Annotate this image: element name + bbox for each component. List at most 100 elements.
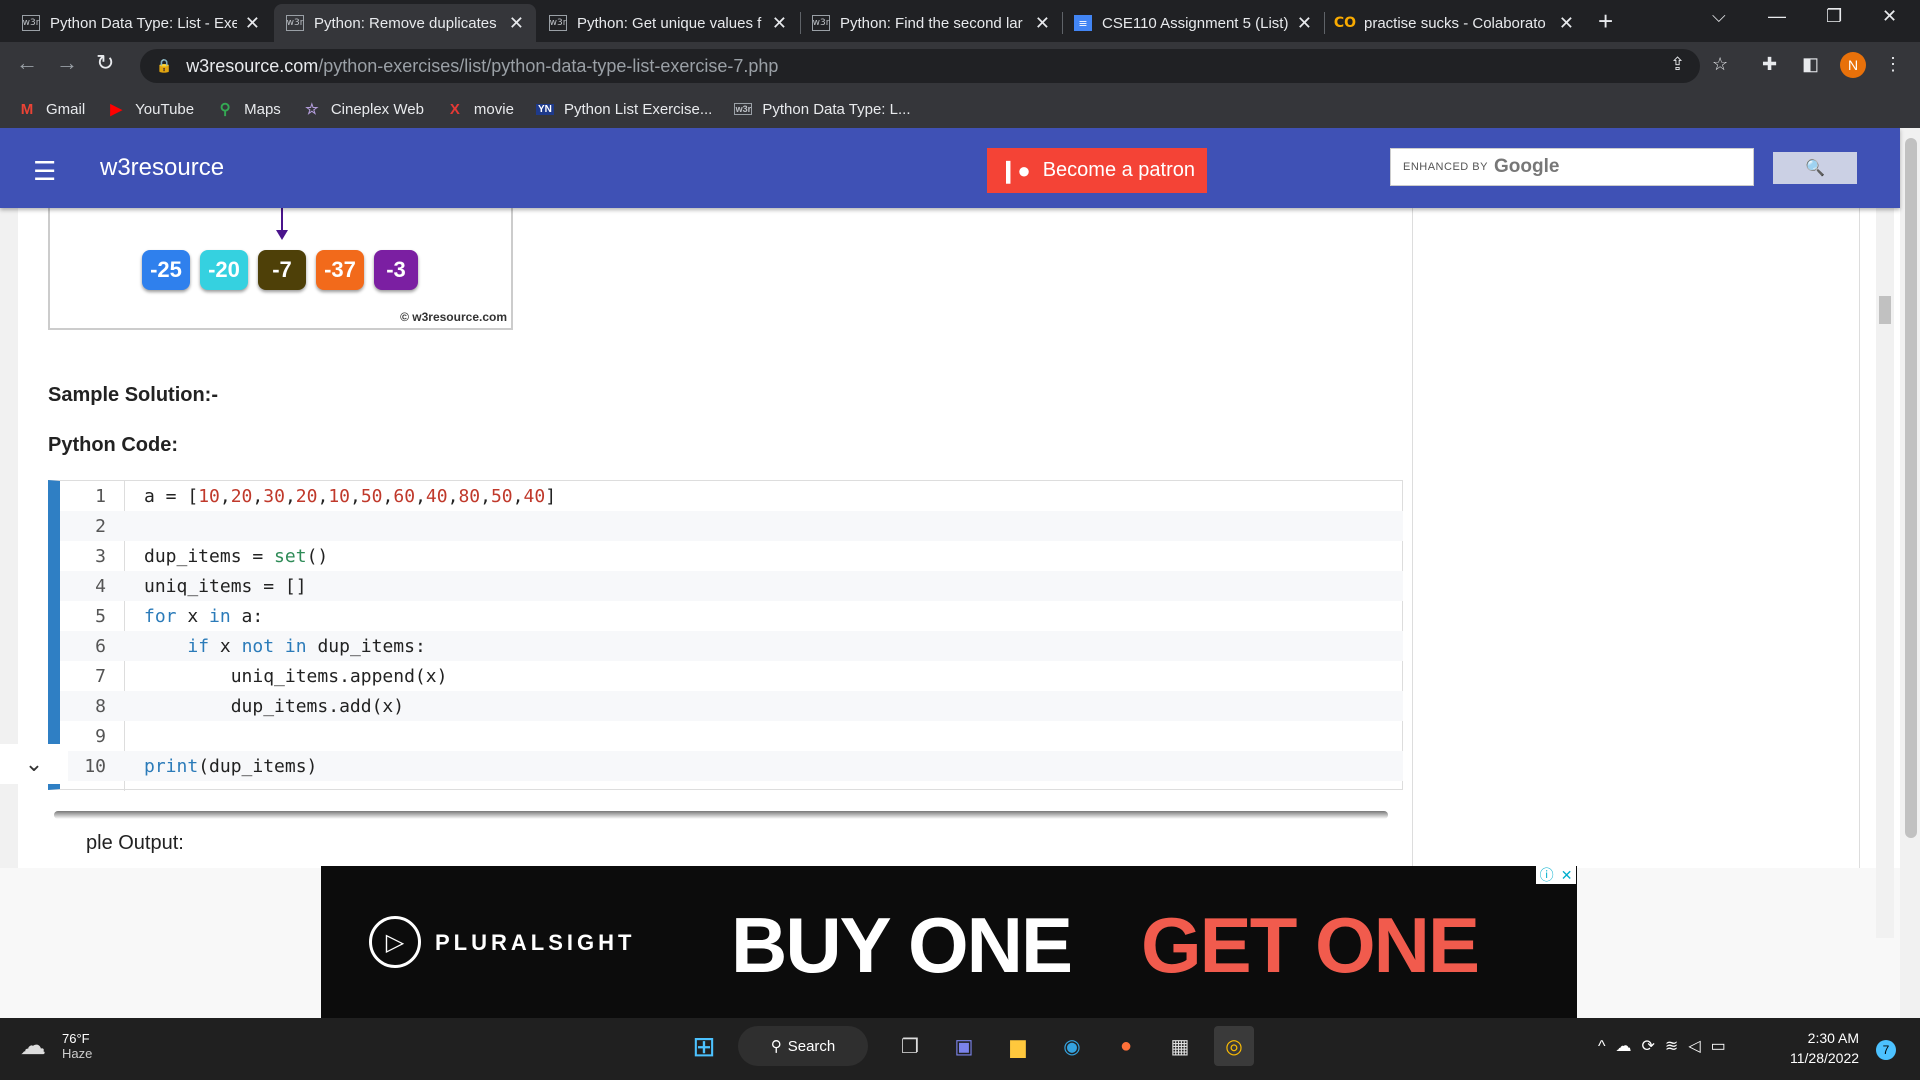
close-tab-icon[interactable]: ✕ xyxy=(772,13,787,34)
search-button[interactable]: 🔍 xyxy=(1773,152,1857,184)
line-number: 3 xyxy=(95,545,106,567)
close-tab-icon[interactable]: ✕ xyxy=(245,13,260,34)
ad-close-icon[interactable]: ✕ xyxy=(1561,867,1573,884)
tab-title: Python: Remove duplicates xyxy=(314,14,497,32)
tab-title: Python Data Type: List - Exe xyxy=(50,14,237,32)
sync-icon[interactable]: ⟳ xyxy=(1642,1038,1665,1055)
weather-widget[interactable]: ☁ 76°F Haze xyxy=(20,1030,92,1061)
close-tab-icon[interactable]: ✕ xyxy=(1559,13,1574,34)
hamburger-menu-icon[interactable]: ☰ xyxy=(33,156,56,187)
back-arrow-icon[interactable]: ← xyxy=(16,50,38,76)
weather-temp: 76°F xyxy=(62,1030,90,1046)
page-scrollbar[interactable] xyxy=(1900,128,1920,1018)
close-tab-icon[interactable]: ✕ xyxy=(509,13,524,34)
taskbar-search-button[interactable]: ⚲ Search xyxy=(738,1026,868,1066)
docs-favicon-icon: ≡ xyxy=(1074,15,1092,31)
tab-remove-duplicates[interactable]: w3r Python: Remove duplicates ✕ xyxy=(274,4,536,42)
code-line: 3 dup_items = set() xyxy=(60,541,1403,571)
line-number: 8 xyxy=(95,695,106,717)
tab-colaboratory[interactable]: CO practise sucks - Colaborato ✕ xyxy=(1324,4,1586,42)
tab-search-chevron-icon[interactable]: ⌵ xyxy=(1712,6,1726,27)
new-tab-button[interactable]: + xyxy=(1598,6,1613,37)
close-window-button[interactable]: ✕ xyxy=(1882,6,1897,27)
bookmark-label: YouTube xyxy=(135,100,195,118)
ad-headline-buy: BUY ONE xyxy=(731,901,1073,989)
volume-icon[interactable]: ◁ xyxy=(1688,1038,1710,1055)
code-block[interactable]: 1a = [10,20,30,20,10,50,60,40,80,50,40] … xyxy=(48,480,1403,791)
teams-chat-icon[interactable]: ▣ xyxy=(944,1026,984,1066)
search-icon: 🔍 xyxy=(1805,160,1825,177)
share-icon[interactable]: ⇪ xyxy=(1670,54,1685,75)
tab-get-unique-values[interactable]: w3r Python: Get unique values f ✕ xyxy=(537,4,799,42)
tab-python-data-type-list[interactable]: w3r Python Data Type: List - Exe ✕ xyxy=(10,4,272,42)
inner-scrollbar[interactable] xyxy=(1876,208,1894,938)
profile-avatar[interactable]: N xyxy=(1840,52,1866,78)
code-text: dup_items.add(x) xyxy=(144,695,405,717)
windows-start-icon[interactable]: ⊞ xyxy=(684,1026,724,1066)
advertisement-banner[interactable]: ▷ PLURALSIGHT BUY ONE GET ONE xyxy=(321,866,1577,1018)
chevron-down-icon[interactable]: ⌄ xyxy=(0,744,68,784)
ad-info-icon[interactable]: ⓘ xyxy=(1540,865,1554,885)
bookmark-label: Gmail xyxy=(46,100,86,118)
site-logo-text[interactable]: w3resource xyxy=(100,154,224,182)
battery-icon[interactable]: ▭ xyxy=(1711,1038,1736,1055)
bookmark-label: Cineplex Web xyxy=(330,100,424,118)
list-value-chip: -3 xyxy=(374,250,418,290)
wifi-icon[interactable]: ≋ xyxy=(1665,1038,1688,1055)
bookmark-maps[interactable]: ⚲ Maps xyxy=(216,100,281,119)
file-explorer-icon[interactable]: ▆ xyxy=(998,1026,1038,1066)
chrome-icon[interactable]: ◎ xyxy=(1214,1026,1254,1066)
search-enhanced-label: ENHANCED BY xyxy=(1403,161,1488,173)
system-tray[interactable]: ^☁⟳≋◁▭ xyxy=(1598,1036,1736,1056)
taskbar-apps: ⊞ ⚲ Search ❐ ▣ ▆ ◉ ● ▦ ◎ xyxy=(684,1026,1268,1066)
tab-find-second-largest[interactable]: w3r Python: Find the second lar ✕ xyxy=(800,4,1062,42)
tab-title: Python: Get unique values f xyxy=(577,14,762,32)
bookmark-cineplex[interactable]: ☆ Cineplex Web xyxy=(303,100,424,119)
store-icon[interactable]: ▦ xyxy=(1160,1026,1200,1066)
tab-cse110-assignment[interactable]: ≡ CSE110 Assignment 5 (List) ✕ xyxy=(1062,4,1324,42)
menu-kebab-icon[interactable]: ⋮ xyxy=(1884,54,1902,75)
pluralsight-play-icon: ▷ xyxy=(369,916,421,968)
clock[interactable]: 2:30 AM 11/28/2022 xyxy=(1790,1028,1859,1068)
become-patron-button[interactable]: ❙● Become a patron xyxy=(987,148,1207,193)
clock-date: 11/28/2022 xyxy=(1790,1050,1860,1066)
reload-icon[interactable]: ↻ xyxy=(96,50,114,76)
notification-badge[interactable]: 7 xyxy=(1876,1040,1896,1060)
bookmark-python-data-type[interactable]: w3r Python Data Type: L... xyxy=(734,101,911,118)
bookmark-movie[interactable]: Xmovie xyxy=(446,101,514,118)
inner-scrollbar-thumb[interactable] xyxy=(1879,296,1891,324)
side-panel-icon[interactable]: ◧ xyxy=(1802,54,1819,75)
w3r-favicon-icon: w3r xyxy=(286,15,304,31)
search-input[interactable]: ENHANCED BY Google xyxy=(1390,148,1754,186)
youtube-icon: ▶ xyxy=(110,101,122,118)
close-tab-icon[interactable]: ✕ xyxy=(1035,13,1050,34)
edge-icon[interactable]: ◉ xyxy=(1052,1026,1092,1066)
line-number: 2 xyxy=(95,515,106,537)
bookmark-python-list-exercise[interactable]: YN Python List Exercise... xyxy=(535,101,712,118)
bookmark-youtube[interactable]: ▶ YouTube xyxy=(107,100,195,119)
forward-arrow-icon[interactable]: → xyxy=(56,50,78,76)
google-wordmark: Google xyxy=(1493,156,1560,177)
line-number: 1 xyxy=(95,485,106,507)
code-line: 7 uniq_items.append(x) xyxy=(60,661,1403,691)
url-domain: w3resource.com xyxy=(186,55,319,76)
bookmark-gmail[interactable]: M Gmail xyxy=(18,101,85,118)
task-view-icon[interactable]: ❐ xyxy=(890,1026,930,1066)
onedrive-cloud-icon[interactable]: ☁ xyxy=(1616,1038,1642,1055)
code-line: 4 uniq_items = [] xyxy=(60,571,1403,601)
list-value-chip: -25 xyxy=(142,250,190,290)
site-header: ☰ w3resource ❙● Become a patron ENHANCED… xyxy=(0,128,1900,208)
w3r-favicon-icon: w3r xyxy=(812,15,830,31)
firefox-icon[interactable]: ● xyxy=(1106,1026,1146,1066)
tab-title: Python: Find the second lar xyxy=(840,14,1023,32)
bookmark-star-icon[interactable]: ☆ xyxy=(1712,54,1728,75)
address-bar[interactable]: 🔒 w3resource.com/python-exercises/list/p… xyxy=(140,49,1700,83)
close-tab-icon[interactable]: ✕ xyxy=(1297,13,1312,34)
minimize-button[interactable]: — xyxy=(1768,6,1786,27)
extensions-puzzle-icon[interactable]: ✚ xyxy=(1762,54,1777,75)
movie-x-icon: X xyxy=(449,100,460,118)
restore-button[interactable]: ❐ xyxy=(1826,6,1842,27)
ad-choices[interactable]: ⓘ ✕ xyxy=(1536,866,1576,884)
scrollbar-thumb[interactable] xyxy=(1905,138,1917,838)
tray-chevron-up-icon[interactable]: ^ xyxy=(1598,1038,1616,1055)
